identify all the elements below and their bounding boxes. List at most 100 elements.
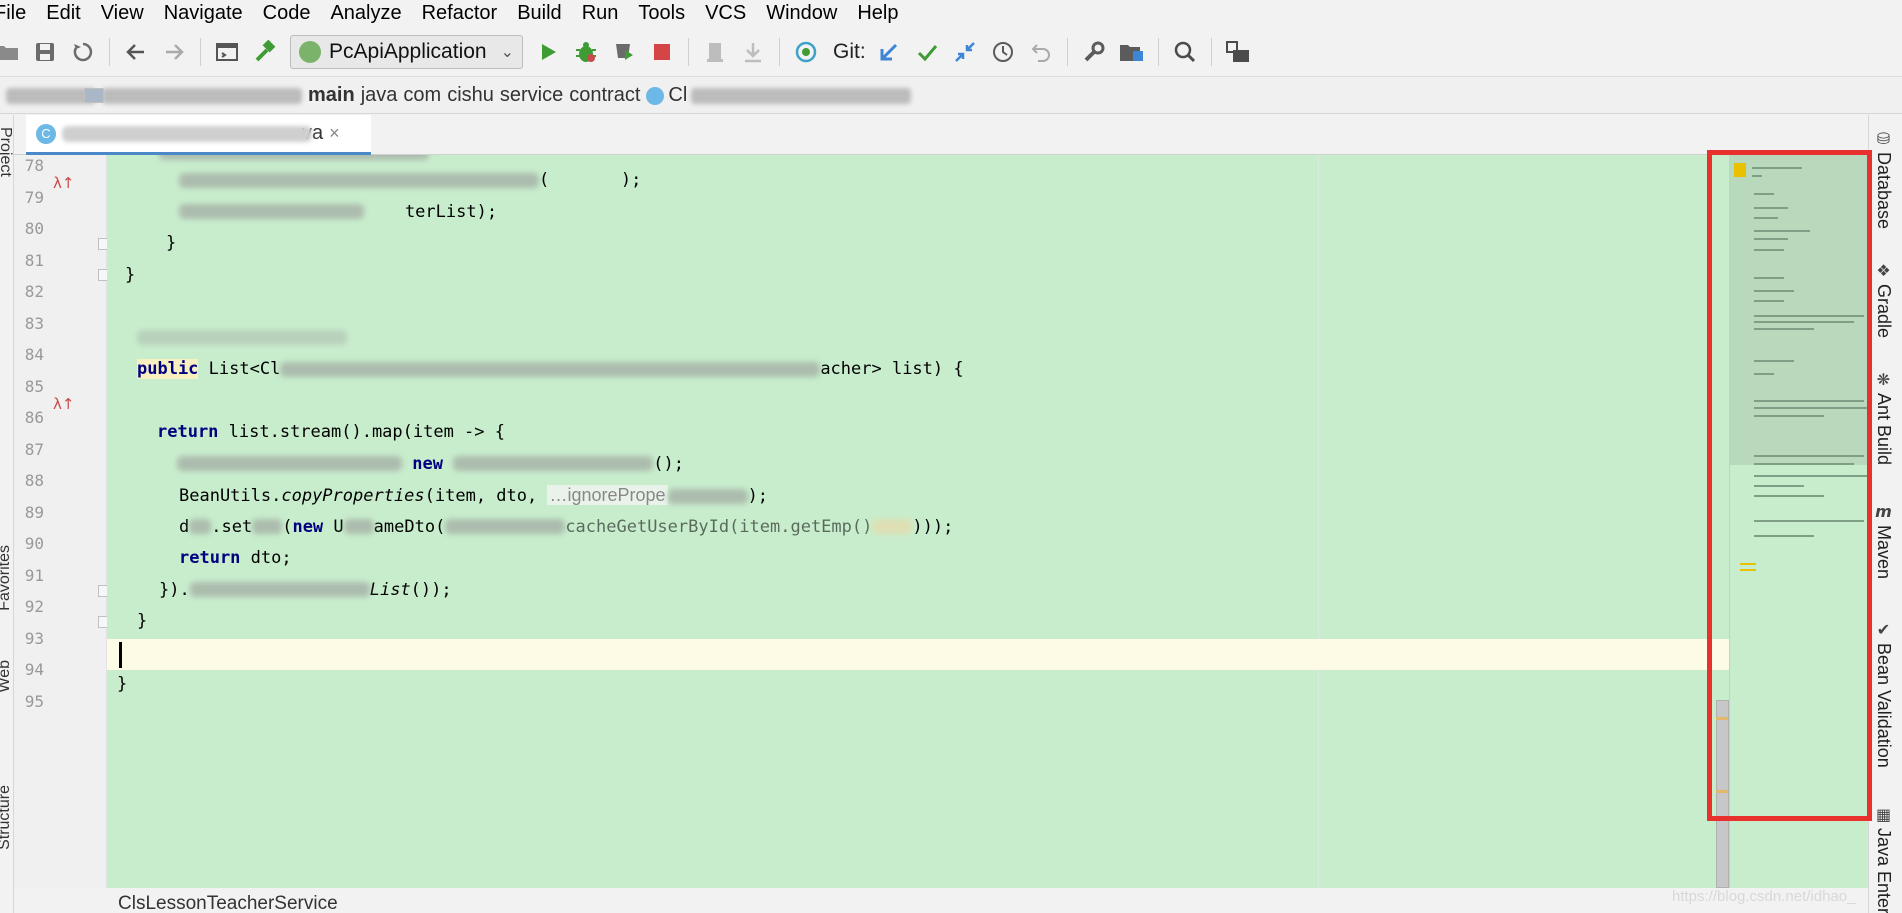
save-all-icon[interactable] bbox=[28, 35, 62, 69]
minimap-line bbox=[1754, 475, 1874, 477]
vcs-update-icon[interactable] bbox=[789, 35, 823, 69]
terminal-window-icon[interactable] bbox=[210, 35, 244, 69]
minimap-line bbox=[1754, 290, 1794, 292]
toolbar-separator bbox=[109, 37, 110, 66]
line-number: 94 bbox=[24, 660, 44, 679]
history-clock-icon[interactable] bbox=[986, 35, 1020, 69]
menu-edit[interactable]: Edit bbox=[36, 0, 90, 27]
code-text: dto; bbox=[240, 548, 292, 568]
tool-window-ant-build[interactable]: ❋ Ant Build bbox=[1873, 370, 1894, 465]
minimap-line bbox=[1754, 400, 1864, 402]
build-hammer-icon[interactable] bbox=[248, 35, 282, 69]
breadcrumb-item-cishu[interactable]: cishu bbox=[84, 84, 494, 107]
menu-tools[interactable]: Tools bbox=[628, 0, 695, 27]
minimap-line bbox=[1754, 360, 1794, 362]
minimap-viewport[interactable] bbox=[1730, 155, 1869, 465]
tool-window-structure[interactable]: Structure bbox=[0, 785, 14, 850]
breadcrumb-label: cishu bbox=[447, 84, 494, 106]
tool-window-project[interactable]: Project bbox=[0, 127, 14, 177]
menu-navigate[interactable]: Navigate bbox=[154, 0, 253, 27]
breadcrumb-item-blurred[interactable] bbox=[6, 87, 96, 104]
download-icon[interactable] bbox=[736, 35, 770, 69]
menu-view[interactable]: View bbox=[91, 0, 154, 27]
breadcrumb-item-com[interactable]: com bbox=[84, 84, 441, 107]
code-text: acher> list) { bbox=[820, 359, 964, 379]
menu-help[interactable]: Help bbox=[847, 0, 908, 27]
breadcrumb-item-main[interactable]: main bbox=[84, 84, 355, 107]
minimap-line bbox=[1754, 300, 1784, 302]
minimap-line bbox=[1752, 167, 1802, 169]
presentation-mode-icon[interactable] bbox=[1221, 35, 1255, 69]
tool-window-favorites[interactable]: Favorites bbox=[0, 545, 14, 611]
menu-file[interactable]: File bbox=[0, 0, 36, 27]
close-icon[interactable]: × bbox=[329, 123, 340, 144]
code-editor[interactable]: ( ); terList); } } public List<Cl acher> … bbox=[107, 155, 1729, 888]
project-structure-icon[interactable] bbox=[698, 35, 732, 69]
sync-icon[interactable] bbox=[66, 35, 100, 69]
menu-window[interactable]: Window bbox=[756, 0, 847, 27]
tool-window-web[interactable]: Web bbox=[0, 660, 14, 693]
lambda-override-icon[interactable]: λ↑ bbox=[53, 174, 74, 192]
minimap-line bbox=[1754, 463, 1854, 465]
line-number: 84 bbox=[24, 345, 44, 364]
minimap-line bbox=[1754, 455, 1864, 457]
code-keyword: return bbox=[179, 548, 241, 568]
line-number: 88 bbox=[24, 471, 44, 490]
breadcrumb-item-class[interactable]: Cl bbox=[646, 84, 912, 107]
menu-run[interactable]: Run bbox=[572, 0, 629, 27]
settings-wrench-icon[interactable] bbox=[1077, 35, 1111, 69]
scrollbar-warning-marker[interactable] bbox=[1716, 790, 1728, 793]
minimap-line bbox=[1754, 238, 1788, 240]
scrollbar-warning-marker[interactable] bbox=[1716, 717, 1728, 720]
minimap-line bbox=[1754, 315, 1864, 317]
breadcrumb-item-blurred[interactable] bbox=[84, 87, 302, 104]
editor-tab-active[interactable]: C va × bbox=[26, 115, 371, 155]
breadcrumb-label: service bbox=[499, 84, 564, 106]
git-compare-icon[interactable] bbox=[948, 35, 982, 69]
tool-window-label: Gradle bbox=[1874, 284, 1894, 339]
vertical-scrollbar-thumb[interactable] bbox=[1716, 700, 1729, 888]
code-line-90: return dto; bbox=[179, 543, 292, 575]
blurred-code bbox=[453, 456, 654, 471]
tool-window-bean-validation[interactable]: ✔ Bean Validation bbox=[1873, 620, 1894, 768]
tool-window-java-enterprise[interactable]: ▦ Java Enter bbox=[1873, 805, 1894, 913]
search-icon[interactable] bbox=[1168, 35, 1202, 69]
folder-icon bbox=[84, 88, 104, 103]
breadcrumb-item-java[interactable]: java bbox=[84, 84, 397, 107]
code-text: ); bbox=[747, 486, 769, 506]
tool-window-database[interactable]: ⛁ Database bbox=[1873, 129, 1894, 229]
tool-window-gradle[interactable]: ❖ Gradle bbox=[1873, 261, 1894, 338]
code-text: (item, dto, bbox=[424, 486, 548, 506]
code-minimap[interactable] bbox=[1729, 155, 1874, 888]
editor-footer-class-name[interactable]: ClsLessonTeacherService bbox=[118, 893, 338, 913]
menu-vcs[interactable]: VCS bbox=[695, 0, 756, 27]
code-line-80: } bbox=[125, 233, 177, 253]
menu-analyze[interactable]: Analyze bbox=[320, 0, 411, 27]
back-arrow-icon[interactable] bbox=[119, 35, 153, 69]
breadcrumb-item-service[interactable]: service bbox=[84, 84, 564, 107]
gradle-elephant-icon: ❖ bbox=[1876, 261, 1891, 280]
lambda-override-icon[interactable]: λ↑ bbox=[53, 395, 74, 413]
git-update-icon[interactable] bbox=[872, 35, 906, 69]
run-configuration-selector[interactable]: PcApiApplication ⌄ bbox=[290, 34, 523, 69]
run-icon[interactable] bbox=[531, 35, 565, 69]
tool-window-label: Maven bbox=[1874, 525, 1894, 580]
menu-build[interactable]: Build bbox=[507, 0, 571, 27]
breadcrumb-item-contract[interactable]: contract bbox=[84, 84, 640, 107]
rollback-icon[interactable] bbox=[1024, 35, 1058, 69]
code-text: BeanUtils. bbox=[179, 486, 282, 506]
minimap-warning-marker bbox=[1734, 163, 1746, 177]
git-commit-check-icon[interactable] bbox=[910, 35, 944, 69]
project-structure-folder-icon[interactable] bbox=[1115, 35, 1149, 69]
stop-icon[interactable] bbox=[645, 35, 679, 69]
watermark-text: https://blog.csdn.net/idhao_ bbox=[1672, 888, 1856, 905]
forward-arrow-icon[interactable] bbox=[157, 35, 191, 69]
tool-window-maven[interactable]: m Maven bbox=[1873, 502, 1894, 579]
debug-bug-icon[interactable] bbox=[569, 35, 603, 69]
code-line-91: }). List()); bbox=[159, 575, 452, 607]
menu-refactor[interactable]: Refactor bbox=[412, 0, 508, 27]
run-with-coverage-icon[interactable] bbox=[607, 35, 641, 69]
line-number: 85 bbox=[24, 376, 44, 396]
open-folder-icon[interactable] bbox=[0, 35, 24, 69]
menu-code[interactable]: Code bbox=[253, 0, 321, 27]
